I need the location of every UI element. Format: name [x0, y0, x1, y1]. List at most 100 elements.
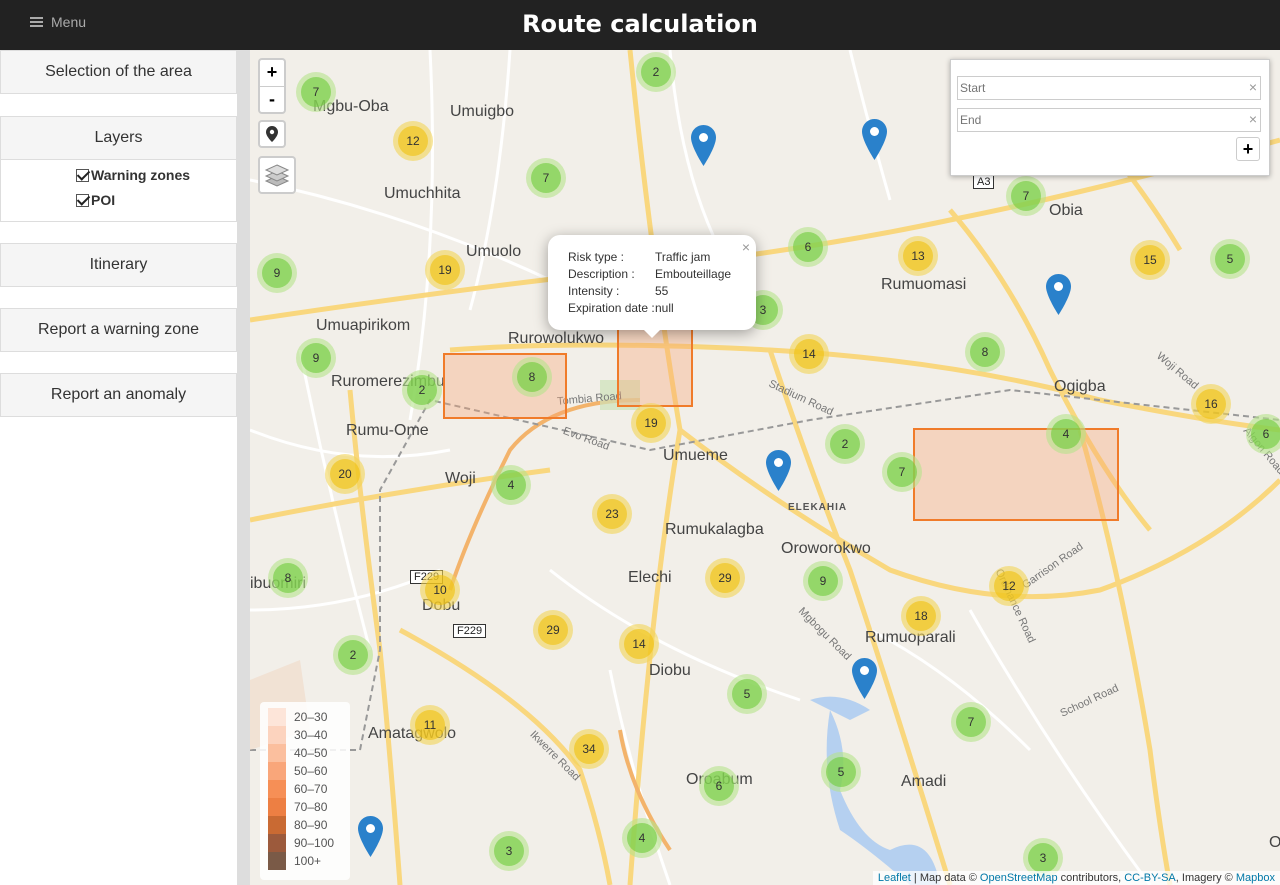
- end-input[interactable]: [957, 108, 1261, 132]
- report-warning-zone-button[interactable]: Report a warning zone: [0, 308, 237, 352]
- zoom-in-button[interactable]: +: [260, 60, 284, 86]
- marker-cluster[interactable]: 2: [825, 424, 865, 464]
- marker-cluster[interactable]: 8: [268, 558, 308, 598]
- marker-cluster[interactable]: 8: [965, 332, 1005, 372]
- marker-cluster[interactable]: 6: [699, 766, 739, 806]
- marker-cluster[interactable]: 14: [619, 624, 659, 664]
- popup-close-button[interactable]: ×: [742, 239, 750, 255]
- marker-cluster[interactable]: 6: [1246, 414, 1280, 454]
- poi-marker-icon[interactable]: [852, 658, 877, 699]
- poi-checkbox[interactable]: [76, 193, 89, 207]
- clear-start-button[interactable]: ×: [1249, 79, 1257, 95]
- marker-cluster[interactable]: 7: [882, 452, 922, 492]
- marker-cluster[interactable]: 20: [325, 454, 365, 494]
- place-label: Woji: [445, 470, 476, 487]
- cluster-count: 5: [1215, 244, 1245, 274]
- legend-swatch: [268, 780, 286, 798]
- legend-row: 30–40: [268, 726, 342, 744]
- poi-marker-icon[interactable]: [1046, 274, 1071, 315]
- zoom-out-button[interactable]: -: [260, 86, 284, 112]
- risk-type-value: Traffic jam: [655, 250, 711, 264]
- place-label: Oroworokwo: [781, 540, 871, 557]
- marker-cluster[interactable]: 6: [788, 227, 828, 267]
- marker-cluster[interactable]: 8: [512, 357, 552, 397]
- legend-label: 30–40: [294, 728, 328, 742]
- add-waypoint-button[interactable]: +: [1236, 137, 1260, 161]
- marker-cluster[interactable]: 9: [803, 561, 843, 601]
- marker-cluster[interactable]: 5: [727, 674, 767, 714]
- warning-zones-checkbox[interactable]: [76, 168, 89, 182]
- itinerary-button[interactable]: Itinerary: [0, 243, 237, 287]
- legend-swatch: [268, 816, 286, 834]
- legend-label: 90–100: [294, 836, 335, 850]
- cluster-count: 34: [574, 734, 604, 764]
- marker-cluster[interactable]: 7: [1006, 176, 1046, 216]
- marker-cluster[interactable]: 7: [296, 72, 336, 112]
- legend-swatch: [268, 834, 286, 852]
- layers-panel: Warning zones POI: [0, 160, 237, 222]
- cluster-count: 4: [1051, 419, 1081, 449]
- cluster-count: 13: [903, 241, 933, 271]
- marker-cluster[interactable]: 7: [951, 702, 991, 742]
- marker-cluster[interactable]: 13: [898, 236, 938, 276]
- report-anomaly-button[interactable]: Report an anomaly: [0, 373, 237, 417]
- place-label: Rumuomasi: [881, 276, 967, 293]
- poi-marker-icon[interactable]: [862, 119, 887, 160]
- marker-cluster[interactable]: 15: [1130, 240, 1170, 280]
- legend-row: 60–70: [268, 780, 342, 798]
- selection-area-button[interactable]: Selection of the area: [0, 50, 237, 94]
- layer-warning-zones[interactable]: Warning zones: [76, 167, 190, 183]
- cluster-count: 7: [1011, 181, 1041, 211]
- legend-row: 70–80: [268, 798, 342, 816]
- marker-cluster[interactable]: 2: [333, 635, 373, 675]
- clear-end-button[interactable]: ×: [1249, 111, 1257, 127]
- place-label: Umuchhita: [384, 185, 461, 202]
- marker-cluster[interactable]: 10: [420, 570, 460, 610]
- marker-cluster[interactable]: 29: [705, 558, 745, 598]
- marker-cluster[interactable]: 16: [1191, 384, 1231, 424]
- poi-marker-icon[interactable]: [691, 125, 716, 166]
- warning-zone[interactable]: [913, 428, 1119, 521]
- locate-button[interactable]: [258, 120, 286, 148]
- marker-cluster[interactable]: 11: [410, 705, 450, 745]
- marker-cluster[interactable]: 4: [622, 818, 662, 858]
- marker-cluster[interactable]: 23: [592, 494, 632, 534]
- poi-marker-icon[interactable]: [358, 816, 383, 857]
- marker-cluster[interactable]: 4: [491, 465, 531, 505]
- cluster-count: 14: [624, 629, 654, 659]
- mapbox-link[interactable]: Mapbox: [1236, 872, 1275, 884]
- marker-cluster[interactable]: 3: [489, 831, 529, 871]
- marker-cluster[interactable]: 9: [257, 253, 297, 293]
- map[interactable]: Mgbu-Oba Umuigbo Umuchhita Umuolo Umuapi…: [250, 50, 1280, 885]
- layers-control-button[interactable]: [258, 156, 296, 194]
- marker-cluster[interactable]: 2: [402, 370, 442, 410]
- leaflet-link[interactable]: Leaflet: [878, 872, 911, 884]
- marker-cluster[interactable]: 29: [533, 610, 573, 650]
- marker-cluster[interactable]: 19: [631, 403, 671, 443]
- marker-cluster[interactable]: 7: [526, 158, 566, 198]
- legend-swatch: [268, 708, 286, 726]
- marker-cluster[interactable]: 34: [569, 729, 609, 769]
- cluster-count: 4: [496, 470, 526, 500]
- marker-cluster[interactable]: 18: [901, 596, 941, 636]
- poi-label: POI: [91, 192, 116, 208]
- marker-cluster[interactable]: 5: [1210, 239, 1250, 279]
- cluster-count: 7: [887, 457, 917, 487]
- place-label: Obia: [1049, 202, 1083, 219]
- marker-cluster[interactable]: 14: [789, 334, 829, 374]
- layer-poi[interactable]: POI: [76, 192, 115, 208]
- license-link[interactable]: CC-BY-SA: [1124, 872, 1176, 884]
- start-input[interactable]: [957, 76, 1261, 100]
- poi-marker-icon[interactable]: [766, 450, 791, 491]
- marker-cluster[interactable]: 12: [989, 566, 1029, 606]
- expiration-value: null: [655, 301, 674, 315]
- marker-cluster[interactable]: 19: [425, 250, 465, 290]
- marker-cluster[interactable]: 9: [296, 338, 336, 378]
- marker-cluster[interactable]: 12: [393, 121, 433, 161]
- marker-cluster[interactable]: 5: [821, 752, 861, 792]
- layers-header[interactable]: Layers: [0, 116, 237, 160]
- cluster-count: 6: [1251, 419, 1280, 449]
- marker-cluster[interactable]: 4: [1046, 414, 1086, 454]
- osm-link[interactable]: OpenStreetMap: [980, 872, 1058, 884]
- marker-cluster[interactable]: 2: [636, 52, 676, 92]
